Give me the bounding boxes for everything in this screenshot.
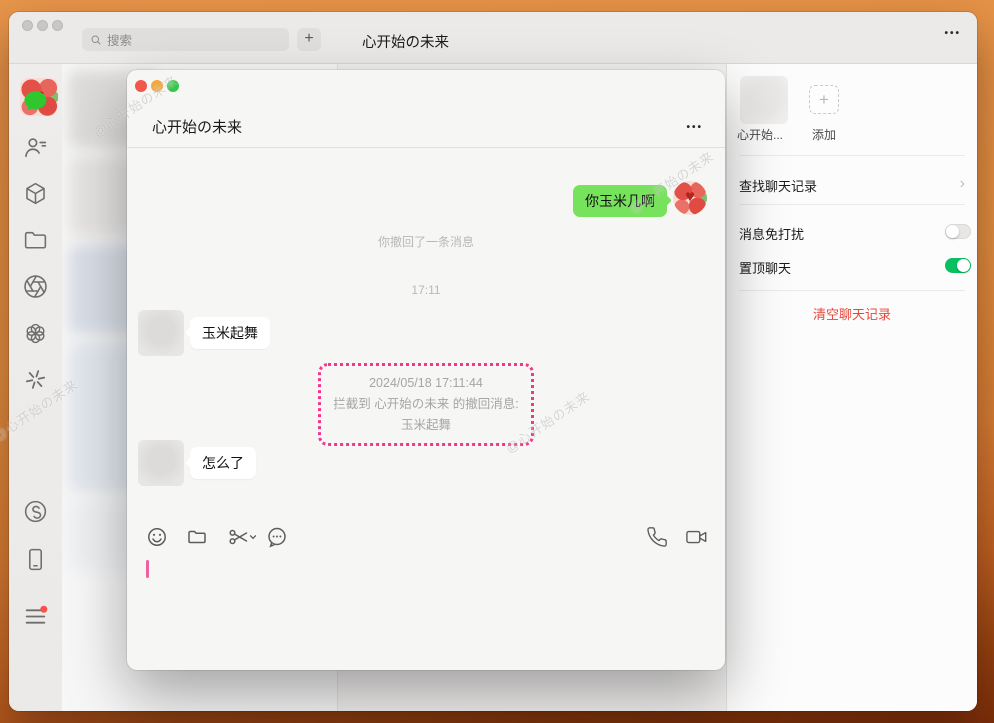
mute-label: 消息免打扰 <box>739 224 804 243</box>
sidebar <box>9 12 62 711</box>
favorites-box-icon[interactable] <box>22 180 49 207</box>
divider <box>739 204 965 205</box>
message-scroll-area[interactable]: 17:06 你玉米几啊 你撤回了一条消息 17:11 玉米起舞 2024/05/… <box>127 70 725 670</box>
recall-notice: 你撤回了一条消息 <box>127 233 725 250</box>
screenshot-scissors-icon[interactable] <box>227 526 259 548</box>
chat-popup-title: 心开始の未来 <box>152 116 242 137</box>
contacts-icon[interactable] <box>22 134 49 161</box>
voice-call-icon[interactable] <box>646 526 668 548</box>
chat-bubble-icon[interactable] <box>22 88 49 115</box>
my-avatar[interactable] <box>673 181 707 215</box>
close-button[interactable] <box>22 20 33 31</box>
pin-toggle[interactable] <box>945 258 971 273</box>
zoom-button[interactable] <box>167 80 179 92</box>
member-name: 心开始... <box>737 126 793 143</box>
plus-icon: + <box>819 90 829 109</box>
chat-popup-more-button[interactable]: ••• <box>686 122 703 133</box>
search-placeholder: 搜索 <box>107 30 132 49</box>
new-chat-button[interactable]: + <box>297 28 321 51</box>
main-titlebar: 搜索 + 心开始の未来 ••• <box>9 12 977 64</box>
intercept-content: 玉米起舞 <box>327 415 525 436</box>
mobile-phone-icon[interactable] <box>22 546 49 573</box>
notification-badge <box>40 606 47 613</box>
text-input-caret[interactable] <box>146 560 149 578</box>
moments-aperture-icon[interactable] <box>22 273 49 300</box>
find-history-row[interactable]: 查找聊天记录 <box>739 176 817 195</box>
intercept-notice: 拦截到 心开始の未来 的撤回消息: <box>327 394 525 415</box>
search-icon <box>90 34 102 46</box>
emoji-icon[interactable] <box>146 526 168 548</box>
main-more-menu-button[interactable]: ••• <box>944 28 961 39</box>
peer-avatar[interactable] <box>138 310 184 356</box>
sparkle-icon[interactable] <box>18 362 52 396</box>
incoming-message-bubble[interactable]: 怎么了 <box>190 447 256 479</box>
zoom-button[interactable] <box>52 20 63 31</box>
minimize-button[interactable] <box>37 20 48 31</box>
close-button[interactable] <box>135 80 147 92</box>
chat-detail-panel: 心开始... + 添加 查找聊天记录 › 消息免打扰 置顶聊天 清空聊天记录 <box>727 64 977 711</box>
toggle-knob <box>946 225 959 238</box>
main-chat-title: 心开始の未来 <box>362 31 449 52</box>
mute-toggle[interactable] <box>945 224 971 239</box>
chat-popup-window: 17:06 你玉米几啊 你撤回了一条消息 17:11 玉米起舞 2024/05/… <box>127 70 725 670</box>
minimize-button[interactable] <box>151 80 163 92</box>
recall-intercept-box: 2024/05/18 17:11:44 拦截到 心开始の未来 的撤回消息: 玉米… <box>318 363 534 446</box>
send-file-folder-icon[interactable] <box>186 526 208 548</box>
timestamp: 17:11 <box>127 283 725 297</box>
peer-avatar[interactable] <box>138 440 184 486</box>
member-avatar[interactable] <box>740 76 788 124</box>
incoming-message-bubble[interactable]: 玉米起舞 <box>190 317 270 349</box>
chat-popup-header: 心开始の未来 ••• <box>127 70 725 148</box>
chat-history-icon[interactable] <box>266 526 288 548</box>
chevron-right-icon[interactable]: › <box>960 176 965 192</box>
toggle-knob <box>957 259 970 272</box>
add-member-button[interactable]: + <box>809 85 839 114</box>
add-member-label: 添加 <box>809 126 839 143</box>
clear-history-button[interactable]: 清空聊天记录 <box>727 304 977 323</box>
divider <box>739 155 965 156</box>
outgoing-message-bubble[interactable]: 你玉米几啊 <box>573 185 667 217</box>
intercept-time: 2024/05/18 17:11:44 <box>327 373 525 394</box>
divider <box>739 290 965 291</box>
video-call-icon[interactable] <box>684 526 710 548</box>
files-folder-icon[interactable] <box>22 227 49 254</box>
more-menu-lines-icon[interactable] <box>22 603 49 630</box>
channels-s-icon[interactable] <box>22 498 49 525</box>
flower-icon[interactable] <box>22 320 49 347</box>
desktop: { "watermark": "@心开始の未来", "main_window":… <box>0 0 994 723</box>
pin-label: 置顶聊天 <box>739 258 791 277</box>
search-input[interactable]: 搜索 <box>82 28 289 51</box>
